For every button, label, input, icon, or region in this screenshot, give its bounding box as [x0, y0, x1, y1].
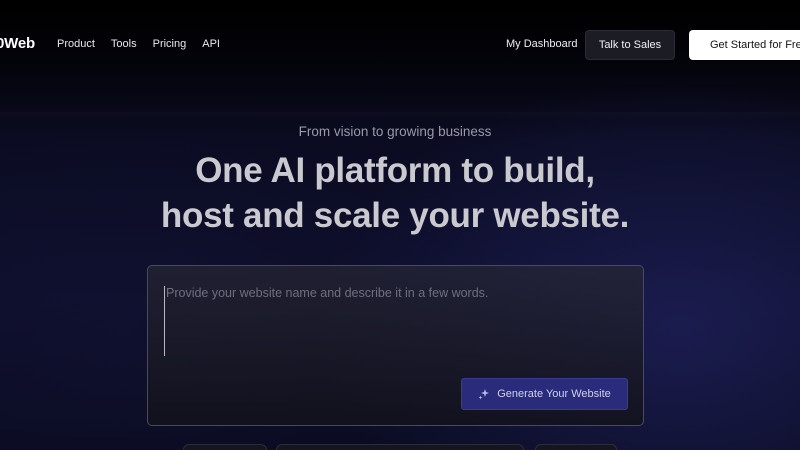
headline-line-2: host and scale your website. [160, 196, 630, 235]
nav-link-api[interactable]: API [202, 38, 220, 50]
sparkle-icon [478, 388, 490, 400]
hero-eyebrow: From vision to growing business [298, 124, 492, 139]
nav-link-pricing[interactable]: Pricing [153, 38, 187, 50]
suggestion-chip[interactable] [276, 444, 524, 450]
website-description-input[interactable] [164, 286, 626, 356]
suggestion-chip[interactable] [183, 444, 267, 450]
website-prompt-panel: Generate Your Website [147, 265, 644, 426]
nav-link-tools[interactable]: Tools [111, 38, 137, 50]
headline-line-1: One AI platform to build, [195, 151, 595, 190]
hero-band [0, 112, 800, 120]
generate-website-label: Generate Your Website [497, 388, 611, 400]
hero-headline: One AI platform to build, host and scale… [0, 148, 790, 238]
main-nav: Product Tools Pricing API [57, 38, 236, 50]
brand-logo[interactable]: 0Web [0, 35, 35, 52]
nav-link-product[interactable]: Product [57, 38, 95, 50]
suggestion-chip[interactable] [535, 444, 617, 450]
landing-page: 0Web Product Tools Pricing API My Dashbo… [0, 0, 800, 450]
get-started-button[interactable]: Get Started for Free [689, 30, 800, 60]
my-dashboard-link[interactable]: My Dashboard [506, 38, 578, 50]
talk-to-sales-button[interactable]: Talk to Sales [585, 30, 675, 60]
generate-website-button[interactable]: Generate Your Website [461, 378, 628, 410]
